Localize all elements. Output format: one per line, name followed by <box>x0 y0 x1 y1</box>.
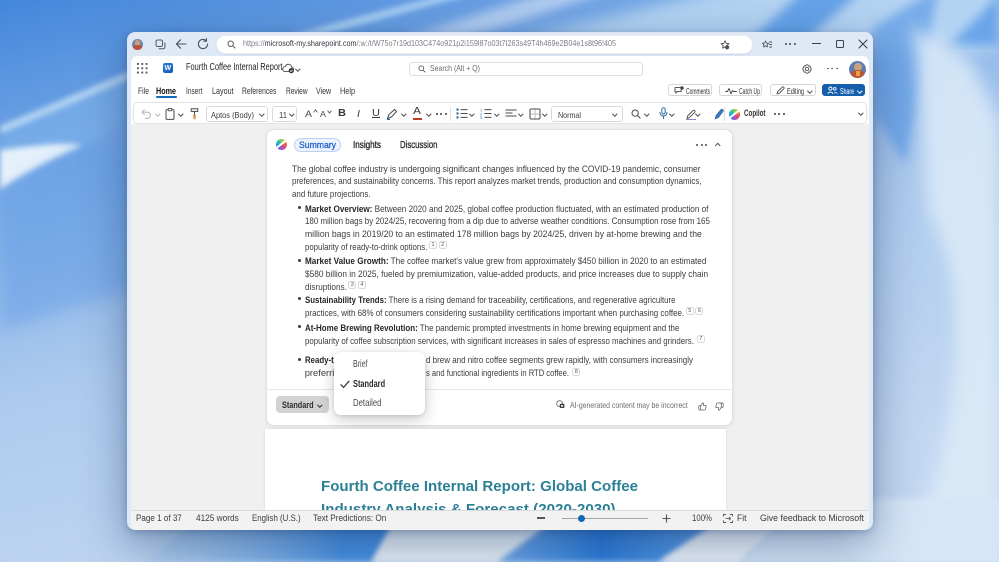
svg-text:3: 3 <box>480 115 483 119</box>
